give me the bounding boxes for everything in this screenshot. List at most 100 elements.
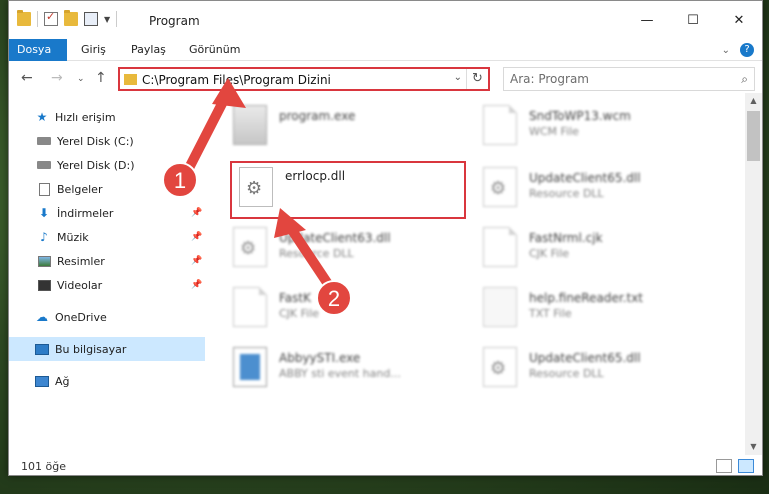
app-file-icon: [233, 347, 267, 387]
details-view-icon[interactable]: [716, 459, 732, 473]
sidebar-item-network[interactable]: Ağ: [9, 369, 205, 393]
sidebar-item-documents[interactable]: Belgeler: [9, 177, 205, 201]
file-type: WCM File: [529, 125, 579, 138]
folder-icon: [124, 74, 137, 85]
download-icon: ⬇: [38, 206, 50, 220]
text-file-icon: [483, 287, 517, 327]
network-icon: [35, 374, 49, 388]
new-folder-icon[interactable]: [64, 10, 78, 26]
view-toggle: [716, 459, 754, 473]
refresh-icon[interactable]: ↻: [466, 69, 488, 89]
file-name: SndToWP13.wcm: [529, 109, 631, 123]
sidebar-item-videos[interactable]: Videolar 📌: [9, 273, 205, 297]
sidebar-item-disk-d[interactable]: Yerel Disk (D:): [9, 153, 205, 177]
search-input[interactable]: Ara: Program: [503, 67, 755, 91]
tab-giris[interactable]: Giriş: [73, 39, 114, 61]
tab-gorunum[interactable]: Görünüm: [181, 39, 248, 61]
ribbon-tabs: Dosya Giriş Paylaş Görünüm ⌄ ?: [9, 39, 762, 61]
scroll-up-arrow-icon[interactable]: ▲: [745, 93, 762, 109]
address-dropdown-chevron-icon[interactable]: ⌄: [454, 72, 462, 83]
file-name: program.exe: [279, 109, 356, 123]
minimize-button[interactable]: —: [624, 1, 670, 39]
computer-icon: [35, 342, 49, 356]
item-count: 101 öğe: [21, 460, 66, 473]
file-name: UpdateClient63.dll: [279, 231, 391, 245]
file-item[interactable]: help.fineReader.txt TXT File: [477, 285, 707, 331]
file-name: UpdateClient65.dll: [529, 171, 641, 185]
close-button[interactable]: ✕: [716, 1, 762, 39]
sidebar-item-this-pc[interactable]: Bu bilgisayar: [9, 337, 205, 361]
file-name: FastK: [279, 291, 311, 305]
title-bar: ▼ Program — ☐ ✕: [9, 1, 762, 39]
navigation-pane: ★ Hızlı erişim Yerel Disk (C:) Yerel Dis…: [9, 99, 205, 449]
sidebar-item-label: Hızlı erişim: [55, 110, 116, 124]
star-icon: ★: [36, 110, 48, 124]
folder-icon[interactable]: [17, 10, 31, 26]
status-bar: 101 öğe: [9, 455, 762, 477]
music-icon: ♪: [40, 230, 48, 244]
file-icon: [233, 287, 267, 327]
file-name: FastNrml.cjk: [529, 231, 603, 245]
up-arrow-icon[interactable]: ↑: [95, 70, 107, 86]
navigation-bar: ← → ⌄ ↑ C:\Program Files\Program Dizini …: [9, 65, 762, 93]
sidebar-item-disk-c[interactable]: Yerel Disk (C:): [9, 129, 205, 153]
ribbon-controls: ⌄ ?: [722, 43, 754, 57]
sidebar-item-pictures[interactable]: Resimler 📌: [9, 249, 205, 273]
sidebar-item-label: Yerel Disk (C:): [57, 134, 134, 148]
scroll-down-arrow-icon[interactable]: ▼: [745, 439, 762, 455]
address-bar[interactable]: C:\Program Files\Program Dizini ⌄ ↻: [118, 67, 490, 91]
pin-icon[interactable]: 📌: [191, 280, 202, 290]
disk-icon: [37, 158, 51, 172]
sidebar-item-label: Ağ: [55, 374, 70, 388]
pin-icon[interactable]: 📌: [191, 208, 202, 218]
dll-file-icon: ⚙: [483, 167, 517, 207]
help-icon[interactable]: ?: [740, 43, 754, 57]
sidebar-item-downloads[interactable]: ⬇ İndirmeler 📌: [9, 201, 205, 225]
sidebar-item-label: Belgeler: [57, 182, 103, 196]
sidebar-item-label: Resimler: [57, 254, 105, 268]
sidebar-item-quick-access[interactable]: ★ Hızlı erişim: [9, 105, 205, 129]
document-icon: [37, 182, 51, 196]
sidebar-item-onedrive[interactable]: ☁ OneDrive: [9, 305, 205, 329]
recent-locations-chevron-icon[interactable]: ⌄: [77, 74, 85, 84]
file-item[interactable]: AbbyySTI.exe ABBY sti event hand...: [227, 345, 457, 391]
tab-dosya[interactable]: Dosya: [9, 39, 67, 61]
sidebar-item-label: Videolar: [57, 278, 103, 292]
expand-ribbon-chevron-icon[interactable]: ⌄: [722, 45, 730, 56]
file-item[interactable]: FastK CJK File: [227, 285, 457, 331]
quick-access-toolbar: ▼: [17, 10, 118, 27]
sidebar-item-label: Bu bilgisayar: [55, 342, 127, 356]
tiles-view-icon[interactable]: [738, 459, 754, 473]
checklist-icon[interactable]: [44, 10, 58, 26]
toolbar-separator: [116, 11, 118, 27]
forward-arrow-icon[interactable]: →: [51, 70, 63, 86]
sidebar-item-music[interactable]: ♪ Müzik 📌: [9, 225, 205, 249]
properties-icon[interactable]: [84, 12, 98, 26]
file-item[interactable]: ⚙ UpdateClient65.dll Resource DLL: [477, 165, 707, 211]
maximize-button[interactable]: ☐: [670, 1, 716, 39]
vertical-scrollbar[interactable]: ▲ ▼: [745, 93, 762, 455]
scroll-thumb[interactable]: [747, 111, 760, 161]
pin-icon[interactable]: 📌: [191, 256, 202, 266]
sidebar-item-label: OneDrive: [55, 310, 107, 324]
tab-paylas[interactable]: Paylaş: [123, 39, 174, 61]
customize-toolbar-chevron-icon[interactable]: ▼: [104, 15, 110, 24]
file-item[interactable]: FastNrml.cjk CJK File: [477, 225, 707, 271]
file-item[interactable]: program.exe: [227, 103, 457, 149]
pin-icon[interactable]: 📌: [191, 232, 202, 242]
search-icon[interactable]: ⌕: [741, 72, 748, 87]
file-item[interactable]: SndToWP13.wcm WCM File: [477, 103, 707, 149]
explorer-window: ▼ Program — ☐ ✕ Dosya Giriş Paylaş Görün…: [8, 0, 763, 476]
window-title: Program: [149, 14, 200, 28]
file-name: AbbyySTI.exe: [279, 351, 361, 365]
selected-file-highlight: [230, 161, 466, 219]
file-type: Resource DLL: [529, 367, 604, 380]
address-path[interactable]: C:\Program Files\Program Dizini: [142, 73, 331, 87]
sidebar-item-label: İndirmeler: [57, 206, 114, 220]
sidebar-item-label: Yerel Disk (D:): [57, 158, 135, 172]
sidebar-item-label: Müzik: [57, 230, 89, 244]
file-item[interactable]: ⚙ UpdateClient65.dll Resource DLL: [477, 345, 707, 391]
back-arrow-icon[interactable]: ←: [21, 70, 33, 86]
file-item[interactable]: ⚙ UpdateClient63.dll Resource DLL: [227, 225, 457, 271]
file-type: ABBY sti event hand...: [279, 367, 401, 380]
